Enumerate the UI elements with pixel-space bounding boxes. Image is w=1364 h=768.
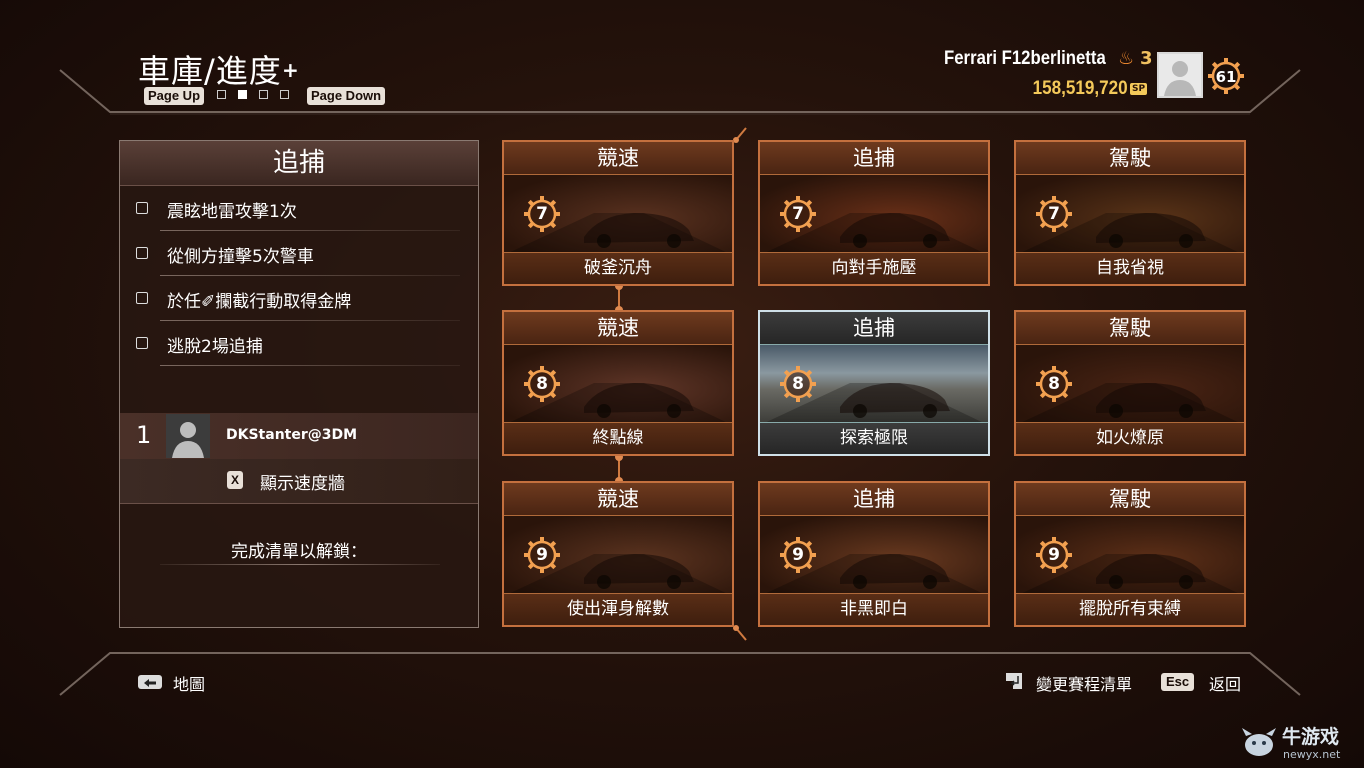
objective-item: 震眩地雷攻擊1次 (120, 186, 478, 231)
back-label[interactable]: 返回 (1209, 671, 1241, 695)
car-name: Ferrari F12berlinetta (944, 48, 1106, 69)
footer-frame (59, 652, 1301, 696)
panel-title: 追捕 (120, 141, 478, 186)
event-category: 競速 (504, 483, 732, 516)
page-dot-active[interactable] (238, 90, 247, 99)
svg-text:61: 61 (1216, 68, 1237, 86)
player-avatar (166, 414, 210, 458)
event-name: 向對手施壓 (760, 252, 988, 284)
watermark-text: 牛游戏 (1282, 726, 1340, 748)
objectives-panel: 追捕 震眩地雷攻擊1次 從側方撞擊5次警車 於任✐攔截行動取得金牌 逃脫2場追捕… (119, 140, 479, 628)
event-tier: 8 (536, 374, 548, 394)
event-tier: 8 (1048, 374, 1060, 394)
event-category: 競速 (504, 142, 732, 175)
user-silhouette-icon (1159, 54, 1201, 96)
level-gear-icon: 61 (1208, 58, 1244, 94)
event-name: 非黑即白 (760, 593, 988, 625)
event-card[interactable]: 競速 9 使出渾身解數 (502, 481, 734, 627)
watermark-logo-icon (1242, 728, 1276, 756)
event-tier: 7 (792, 204, 804, 224)
event-card[interactable]: 駕駛 9 擺脫所有束縛 (1014, 481, 1246, 627)
esc-key-badge[interactable]: Esc (1161, 673, 1195, 691)
unlock-label: 完成清單以解鎖： (231, 542, 367, 562)
event-category: 追捕 (760, 312, 988, 345)
checkbox-icon (136, 202, 148, 214)
page-dot[interactable] (259, 90, 268, 99)
event-tier: 9 (792, 545, 804, 565)
event-name: 破釜沉舟 (504, 252, 732, 284)
event-tier: 9 (536, 545, 548, 565)
speedwall-label: 顯示速度牆 (260, 474, 345, 494)
enter-key-icon[interactable] (1003, 671, 1025, 691)
event-category: 競速 (504, 312, 732, 345)
plus-icon[interactable]: + (282, 58, 299, 82)
event-category: 追捕 (760, 483, 988, 516)
leaderboard-rank: 1 (136, 421, 152, 449)
event-card[interactable]: 駕駛 7 自我省視 (1014, 140, 1246, 286)
event-card[interactable]: 競速 8 終點線 (502, 310, 734, 456)
backspace-key-icon[interactable] (138, 675, 162, 689)
change-playlist-label[interactable]: 變更賽程清單 (1036, 671, 1132, 695)
page-title: 車庫/進度 (138, 52, 282, 90)
checkbox-icon (136, 337, 148, 349)
checkbox-icon (136, 247, 148, 259)
event-name: 自我省視 (1016, 252, 1244, 284)
divider (160, 564, 440, 565)
objective-item: 於任✐攔截行動取得金牌 (120, 276, 478, 321)
objective-label: 從側方撞擊5次警車 (167, 247, 314, 267)
event-card[interactable]: 追捕 7 向對手施壓 (758, 140, 990, 286)
event-name: 如火燎原 (1016, 422, 1244, 454)
event-card[interactable]: 競速 7 破釜沉舟 (502, 140, 734, 286)
page-up-button[interactable]: Page Up (144, 87, 205, 105)
x-key-badge: X (227, 471, 244, 489)
event-category: 駕駛 (1016, 483, 1244, 516)
event-name: 探索極限 (760, 422, 988, 454)
event-category: 駕駛 (1016, 312, 1244, 345)
event-tier: 8 (792, 374, 804, 394)
leaderboard-row[interactable]: 1 DKStanter@3DM (120, 413, 478, 459)
event-name: 擺脫所有束縛 (1016, 593, 1244, 625)
checkbox-icon (136, 292, 148, 304)
heat-level: 3 (1140, 48, 1153, 69)
event-tier: 7 (1048, 204, 1060, 224)
event-name: 終點線 (504, 422, 732, 454)
event-card[interactable]: 追捕 8 探索極限 (758, 310, 990, 456)
user-silhouette-icon (166, 414, 210, 458)
event-card[interactable]: 追捕 9 非黑即白 (758, 481, 990, 627)
show-speedwall-button[interactable]: X 顯示速度牆 (120, 459, 478, 504)
page-down-button[interactable]: Page Down (307, 87, 386, 105)
objective-item: 逃脫2場追捕 (120, 321, 478, 366)
event-name: 使出渾身解數 (504, 593, 732, 625)
player-name: DKStanter@3DM (226, 427, 358, 443)
page-dot[interactable] (217, 90, 226, 99)
event-tier: 9 (1048, 545, 1060, 565)
map-label[interactable]: 地圖 (173, 671, 205, 695)
heat-flame-icon: ♨ (1118, 48, 1135, 69)
event-category: 駕駛 (1016, 142, 1244, 175)
objective-item: 從側方撞擊5次警車 (120, 231, 478, 276)
event-card[interactable]: 駕駛 8 如火燎原 (1014, 310, 1246, 456)
page-dot[interactable] (280, 90, 289, 99)
event-tier: 7 (536, 204, 548, 224)
profile-avatar[interactable] (1157, 52, 1203, 98)
event-category: 追捕 (760, 142, 988, 175)
sp-unit-icon: SP (1130, 83, 1148, 95)
objective-label: 逃脫2場追捕 (167, 337, 263, 357)
sp-amount: 158,519,720 (1032, 78, 1128, 99)
objective-label: 於任✐攔截行動取得金牌 (167, 292, 352, 312)
watermark-url: newyx.net (1283, 748, 1341, 761)
objective-label: 震眩地雷攻擊1次 (167, 202, 297, 222)
